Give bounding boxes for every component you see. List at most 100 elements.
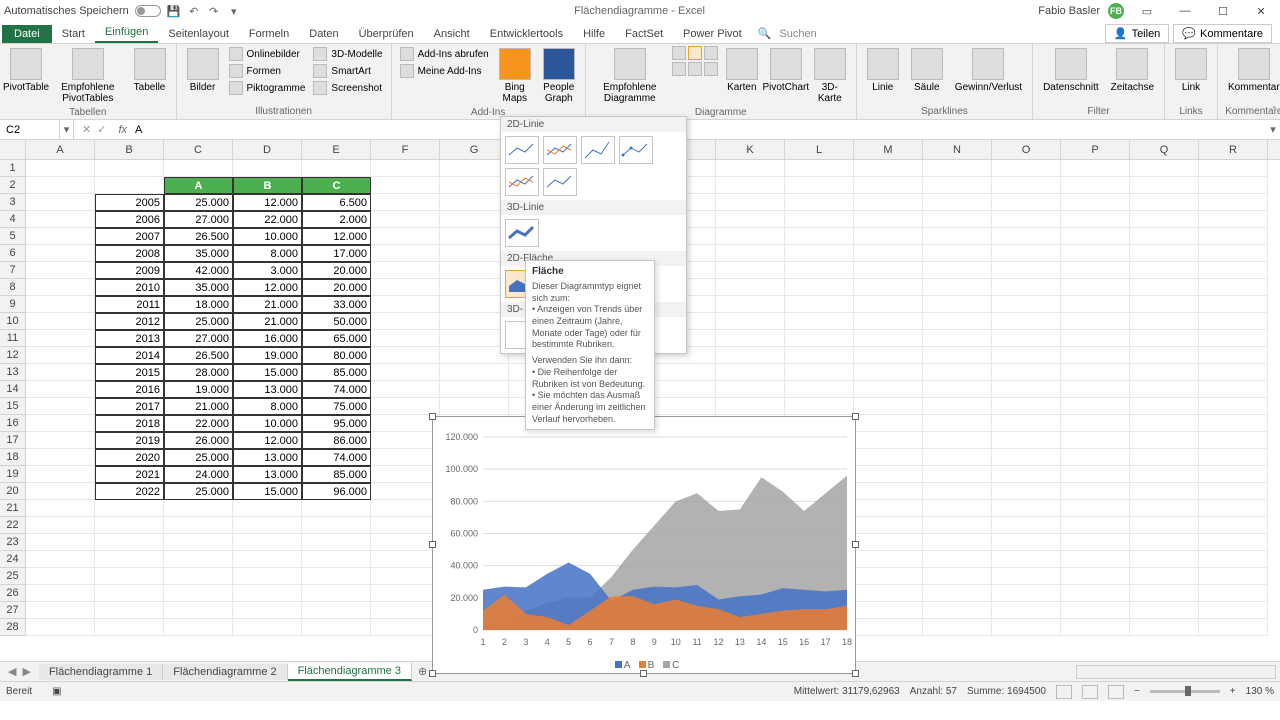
cell[interactable]: 12.000 (302, 228, 371, 245)
cell[interactable] (26, 279, 95, 296)
macro-record-icon[interactable]: ▣ (52, 686, 61, 697)
line-chart-icon[interactable] (688, 46, 702, 60)
cell[interactable] (992, 245, 1061, 262)
cell[interactable] (1199, 296, 1268, 313)
row-header[interactable]: 8 (0, 279, 25, 296)
cell[interactable] (785, 381, 854, 398)
cell[interactable]: 85.000 (302, 466, 371, 483)
cell[interactable]: 50.000 (302, 313, 371, 330)
column-chart-icon[interactable] (672, 46, 686, 60)
cell[interactable] (785, 262, 854, 279)
column-header[interactable]: A (26, 140, 95, 159)
cell[interactable] (26, 619, 95, 636)
cell[interactable] (992, 585, 1061, 602)
cell[interactable] (854, 245, 923, 262)
close-icon[interactable]: ✕ (1246, 1, 1276, 21)
cell[interactable] (854, 296, 923, 313)
sheet-nav-prev-icon[interactable]: ◀ (8, 665, 16, 678)
zoom-slider[interactable] (1150, 690, 1220, 693)
row-header[interactable]: 2 (0, 177, 25, 194)
cell[interactable] (26, 466, 95, 483)
cell[interactable] (923, 415, 992, 432)
cell[interactable] (164, 551, 233, 568)
cell[interactable]: 2015 (95, 364, 164, 381)
cell[interactable] (647, 381, 716, 398)
cell[interactable]: C (302, 177, 371, 194)
cell[interactable] (992, 228, 1061, 245)
cell[interactable]: 13.000 (233, 381, 302, 398)
column-header[interactable]: E (302, 140, 371, 159)
cell[interactable] (371, 347, 440, 364)
cell[interactable] (854, 517, 923, 534)
cell[interactable] (26, 517, 95, 534)
cell[interactable] (716, 245, 785, 262)
cell[interactable] (923, 313, 992, 330)
cell[interactable]: 10.000 (233, 415, 302, 432)
cell[interactable]: 95.000 (302, 415, 371, 432)
cell[interactable]: 8.000 (233, 398, 302, 415)
cell[interactable] (992, 602, 1061, 619)
people-graph-button[interactable]: People Graph (539, 46, 579, 106)
timeline-button[interactable]: Zeitachse (1107, 46, 1158, 95)
cell[interactable] (1199, 177, 1268, 194)
cell[interactable] (233, 160, 302, 177)
row-header[interactable]: 3 (0, 194, 25, 211)
3dmodels-button[interactable]: 3D-Modelle (311, 46, 384, 62)
zoom-in-icon[interactable]: + (1230, 686, 1236, 697)
cell[interactable] (1199, 568, 1268, 585)
cell[interactable] (785, 245, 854, 262)
cell[interactable]: 2005 (95, 194, 164, 211)
cell[interactable] (440, 398, 509, 415)
cell[interactable] (164, 517, 233, 534)
cell[interactable] (785, 364, 854, 381)
cell[interactable] (1061, 585, 1130, 602)
cell[interactable]: 20.000 (302, 262, 371, 279)
zoom-out-icon[interactable]: − (1134, 686, 1140, 697)
cell[interactable]: 17.000 (302, 245, 371, 262)
cell[interactable] (992, 381, 1061, 398)
column-header[interactable]: R (1199, 140, 1268, 159)
cell[interactable] (923, 330, 992, 347)
tab-ueberpruefen[interactable]: Überprüfen (349, 25, 424, 43)
tab-powerpivot[interactable]: Power Pivot (673, 25, 752, 43)
cell[interactable]: 2018 (95, 415, 164, 432)
cell[interactable]: 18.000 (164, 296, 233, 313)
cell[interactable] (26, 228, 95, 245)
cell[interactable] (26, 534, 95, 551)
cell[interactable] (1061, 602, 1130, 619)
cell[interactable] (371, 279, 440, 296)
scatter-chart-icon[interactable] (704, 62, 718, 76)
cell[interactable] (854, 551, 923, 568)
cell[interactable] (923, 568, 992, 585)
cell[interactable] (992, 398, 1061, 415)
comments-button[interactable]: 💬Kommentare (1173, 24, 1272, 43)
cell[interactable] (1061, 381, 1130, 398)
cell[interactable]: 2007 (95, 228, 164, 245)
cell[interactable] (440, 296, 509, 313)
cell[interactable] (992, 551, 1061, 568)
cell[interactable]: 2008 (95, 245, 164, 262)
cell[interactable] (854, 500, 923, 517)
smartart-button[interactable]: SmartArt (311, 63, 384, 79)
line-chart-option-5[interactable] (505, 168, 539, 196)
cell[interactable]: 20.000 (302, 279, 371, 296)
cell[interactable] (923, 347, 992, 364)
cell[interactable] (1199, 381, 1268, 398)
cell[interactable] (26, 330, 95, 347)
cell[interactable] (785, 313, 854, 330)
cell[interactable] (923, 279, 992, 296)
row-header[interactable]: 28 (0, 619, 25, 636)
pictures-button[interactable]: Bilder (183, 46, 223, 95)
cell[interactable] (716, 160, 785, 177)
cell[interactable] (1199, 449, 1268, 466)
cell[interactable] (992, 619, 1061, 636)
column-header[interactable]: M (854, 140, 923, 159)
cell[interactable] (1199, 517, 1268, 534)
tab-daten[interactable]: Daten (299, 25, 348, 43)
cell[interactable] (26, 381, 95, 398)
cell[interactable] (1130, 585, 1199, 602)
cell[interactable] (1199, 432, 1268, 449)
maps-button[interactable]: Karten (722, 46, 762, 95)
cell[interactable] (371, 177, 440, 194)
cell[interactable] (923, 517, 992, 534)
